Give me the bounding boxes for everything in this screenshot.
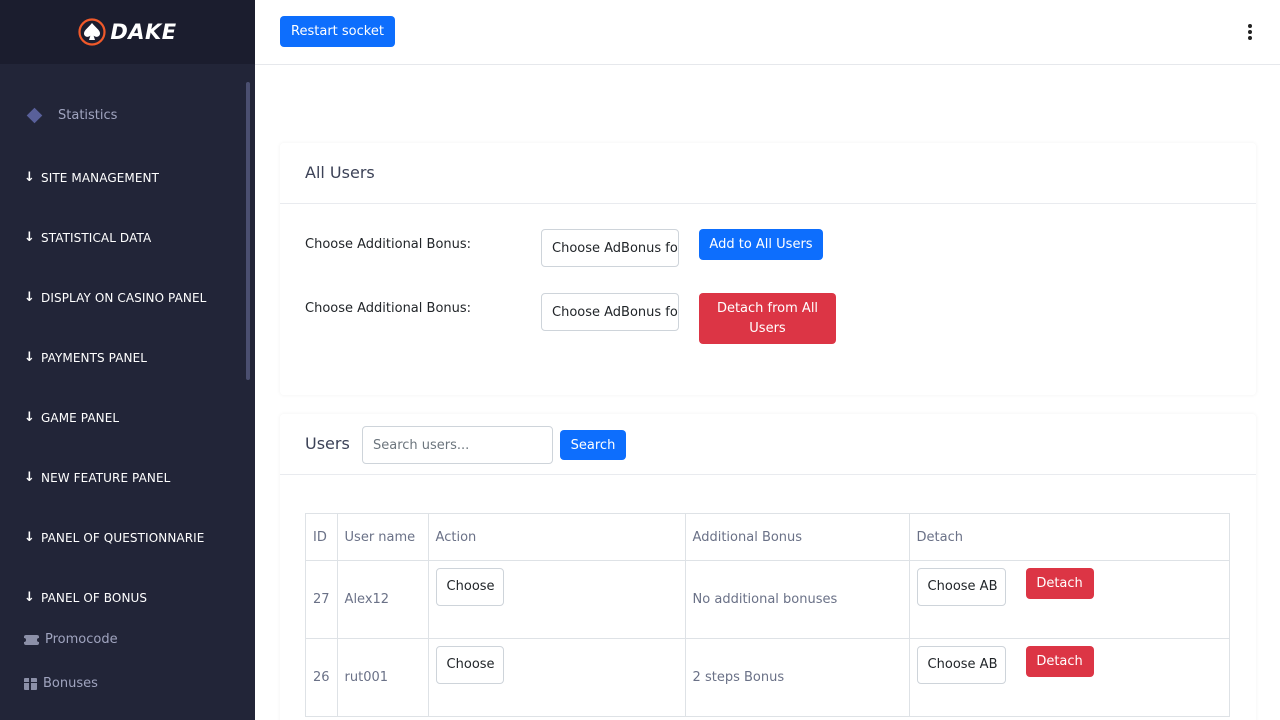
action-cell: Choose: [427, 638, 686, 717]
additional-bonus: 2 steps Bonus: [684, 638, 910, 717]
action-cell: Choose: [427, 560, 686, 639]
card-title: Users: [305, 434, 350, 453]
topbar: Restart socket: [255, 0, 1280, 65]
arrow-down-icon: ↓: [24, 590, 35, 605]
bonus-select[interactable]: Choose AdBonus for: [541, 293, 679, 331]
arrow-down-icon: ↓: [24, 290, 35, 305]
bonus-label: Choose Additional Bonus:: [305, 237, 472, 252]
arrow-down-icon: ↓: [24, 470, 35, 485]
table-row: 27 Alex12 Choose No additional bonuses C…: [305, 560, 1231, 639]
arrow-down-icon: ↓: [24, 170, 35, 185]
table-header-row: ID User name Action Additional Bonus Det…: [305, 513, 1231, 561]
user-name: Alex12: [336, 560, 429, 639]
card-header: All Users: [280, 143, 1256, 204]
sidebar-section-statistical-data[interactable]: ↓ STATISTICAL DATA: [24, 230, 151, 245]
sidebar-section-panel-of-bonus[interactable]: ↓ PANEL OF BONUS: [24, 590, 147, 605]
sidebar-item-label: Bonuses: [43, 676, 98, 691]
detach-button[interactable]: Detach: [1025, 567, 1094, 599]
sidebar-section-label: DISPLAY ON CASINO PANEL: [41, 290, 207, 305]
column-header: Action: [427, 513, 686, 561]
sidebar-item-label: Statistics: [58, 108, 118, 123]
sidebar-item-promocode[interactable]: Promocode: [22, 632, 118, 647]
sidebar-section-payments-panel[interactable]: ↓ PAYMENTS PANEL: [24, 350, 147, 365]
sidebar-section-label: PAYMENTS PANEL: [41, 350, 148, 365]
sidebar-section-site-management[interactable]: ↓ SITE MANAGEMENT: [24, 170, 159, 185]
user-id: 27: [305, 560, 338, 639]
sidebar-section-label: PANEL OF BONUS: [41, 590, 148, 605]
user-name: rut001: [336, 638, 429, 717]
arrow-down-icon: ↓: [24, 230, 35, 245]
gift-icon: [24, 677, 37, 690]
ticket-icon: [22, 634, 41, 645]
sidebar-item-bonuses[interactable]: Bonuses: [24, 676, 98, 691]
logo[interactable]: DAKE: [0, 0, 255, 64]
column-header: Detach: [908, 513, 1231, 561]
users-card: Users Search ID User name Action Additio…: [280, 414, 1256, 720]
additional-bonus: No additional bonuses: [684, 560, 910, 639]
card-header: Users Search: [280, 414, 1256, 475]
detach-button[interactable]: Detach: [1025, 645, 1094, 677]
sidebar-item-label: Promocode: [45, 632, 118, 647]
detach-cell: Choose AB Detach: [908, 638, 1231, 717]
restart-socket-button[interactable]: Restart socket: [280, 16, 395, 47]
sidebar-section-label: SITE MANAGEMENT: [41, 170, 160, 185]
action-select[interactable]: Choose: [435, 567, 504, 606]
column-header: User name: [336, 513, 429, 561]
sidebar-section-label: NEW FEATURE PANEL: [41, 470, 171, 485]
sidebar-scrollbar[interactable]: [246, 82, 250, 380]
sidebar-section-label: GAME PANEL: [41, 410, 120, 425]
sidebar: DAKE Statistics ↓ SITE MANAGEMENT ↓ STAT…: [0, 0, 255, 720]
column-header: ID: [305, 513, 338, 561]
detach-from-all-users-button[interactable]: Detach from All Users: [699, 293, 836, 344]
bonus-label: Choose Additional Bonus:: [305, 301, 472, 316]
search-button[interactable]: Search: [560, 430, 626, 460]
arrow-down-icon: ↓: [24, 410, 35, 425]
sidebar-section-game-panel[interactable]: ↓ GAME PANEL: [24, 410, 119, 425]
all-users-card: All Users Choose Additional Bonus: Choos…: [280, 143, 1256, 395]
sidebar-section-label: PANEL OF QUESTIONNARIE: [41, 530, 205, 545]
action-select[interactable]: Choose: [435, 645, 504, 684]
table-row: 26 rut001 Choose 2 steps Bonus Choose AB…: [305, 638, 1231, 717]
column-header: Additional Bonus: [684, 513, 910, 561]
search-input[interactable]: [362, 426, 553, 464]
add-to-all-users-button[interactable]: Add to All Users: [699, 229, 823, 260]
detach-cell: Choose AB Detach: [908, 560, 1231, 639]
users-table: ID User name Action Additional Bonus Det…: [305, 513, 1231, 717]
arrow-down-icon: ↓: [24, 530, 35, 545]
logo-text: DAKE: [110, 20, 177, 44]
user-id: 26: [305, 638, 338, 717]
bonus-select[interactable]: Choose AdBonus for: [541, 229, 679, 267]
kebab-menu-icon[interactable]: [1245, 24, 1255, 40]
detach-select[interactable]: Choose AB: [916, 567, 1006, 606]
sidebar-section-label: STATISTICAL DATA: [41, 230, 152, 245]
sidebar-section-new-feature-panel[interactable]: ↓ NEW FEATURE PANEL: [24, 470, 170, 485]
diamond-icon: [26, 107, 43, 124]
spade-logo-icon: [78, 18, 106, 46]
sidebar-section-display-on-casino-panel[interactable]: ↓ DISPLAY ON CASINO PANEL: [24, 290, 206, 305]
sidebar-item-statistics[interactable]: Statistics: [26, 107, 118, 124]
card-title: All Users: [305, 163, 375, 182]
arrow-down-icon: ↓: [24, 350, 35, 365]
sidebar-section-panel-of-questionnarie[interactable]: ↓ PANEL OF QUESTIONNARIE: [24, 530, 204, 545]
detach-select[interactable]: Choose AB: [916, 645, 1006, 684]
